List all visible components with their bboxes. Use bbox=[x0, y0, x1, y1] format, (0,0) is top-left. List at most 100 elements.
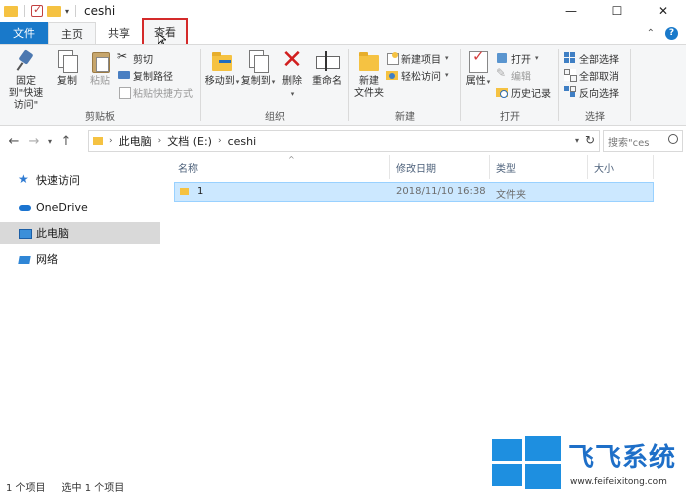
tab-file[interactable]: 文件 bbox=[0, 22, 48, 44]
back-arrow-icon[interactable]: ← bbox=[4, 134, 24, 149]
customize-toolbar-chevron-icon[interactable]: ▾ bbox=[65, 7, 69, 16]
address-dropdown-icon[interactable]: ▾ bbox=[575, 136, 579, 145]
column-header-name-label: 名称 bbox=[178, 163, 198, 175]
sidebar-item-this-pc[interactable]: 此电脑 bbox=[0, 222, 160, 244]
new-item-button[interactable]: 新建项目 ▾ bbox=[386, 50, 449, 66]
search-icon bbox=[668, 134, 678, 144]
search-box[interactable]: 搜索"ces bbox=[603, 130, 683, 152]
easy-access-icon bbox=[386, 69, 398, 81]
tab-view[interactable]: 查看 bbox=[142, 18, 188, 46]
selected-count: 选中 1 个项目 bbox=[61, 482, 125, 494]
new-item-icon bbox=[386, 52, 399, 65]
collapse-ribbon-icon[interactable]: ⌃ bbox=[647, 28, 655, 39]
cut-label: 剪切 bbox=[133, 54, 153, 66]
open-label: 打开 bbox=[511, 54, 531, 66]
help-icon[interactable]: ? bbox=[665, 26, 678, 40]
star-icon bbox=[18, 172, 30, 186]
select-none-icon bbox=[564, 69, 577, 82]
breadcrumb-this-pc[interactable]: 此电脑 bbox=[119, 133, 152, 149]
column-header-modified[interactable]: 修改日期 bbox=[390, 155, 490, 179]
breadcrumb-chevron-icon[interactable]: › bbox=[109, 136, 113, 146]
clipboard-group-label: 剪贴板 bbox=[85, 112, 115, 123]
rename-icon bbox=[315, 49, 340, 73]
pin-to-quick-access-button[interactable]: 固定到"快速访问" bbox=[4, 49, 48, 112]
watermark-brand: 飞飞系统 bbox=[568, 443, 677, 473]
address-bar[interactable]: › 此电脑 › 文档 (E:) › ceshi ▾ ↻ bbox=[88, 130, 600, 152]
paste-button[interactable]: 粘贴 bbox=[86, 49, 114, 88]
properties-label: 属性▾ bbox=[465, 76, 491, 87]
invert-selection-button[interactable]: 反向选择 bbox=[564, 84, 619, 100]
new-group: 新建 文件夹 新建项目 ▾ 轻松访问 ▾ 新建 bbox=[350, 45, 460, 126]
column-header-type[interactable]: 类型 bbox=[490, 155, 588, 179]
new-folder-icon[interactable] bbox=[47, 5, 61, 17]
properties-icon[interactable] bbox=[31, 3, 43, 17]
pin-icon bbox=[14, 49, 38, 73]
rename-button[interactable]: 重命名 bbox=[310, 49, 344, 88]
pc-icon bbox=[19, 228, 32, 239]
invert-selection-icon bbox=[564, 86, 576, 98]
sort-ascending-icon: ^ bbox=[288, 155, 295, 164]
move-to-button[interactable]: 移动到▾ bbox=[204, 49, 240, 88]
open-button[interactable]: 打开 ▾ bbox=[496, 50, 539, 66]
cut-button[interactable]: 剪切 bbox=[117, 49, 153, 66]
properties-button[interactable]: 属性▾ bbox=[464, 49, 492, 88]
minimize-button[interactable]: — bbox=[548, 0, 594, 22]
edit-button[interactable]: 编辑 bbox=[496, 66, 531, 83]
ribbon-tab-bar: 文件 主页 共享 查看 ⌃ ? bbox=[0, 18, 686, 46]
refresh-icon[interactable]: ↻ bbox=[585, 133, 595, 147]
select-all-button[interactable]: 全部选择 bbox=[564, 50, 619, 66]
history-button[interactable]: 历史记录 bbox=[496, 84, 551, 100]
copy-label: 复制 bbox=[57, 76, 77, 87]
select-none-label: 全部取消 bbox=[579, 71, 619, 83]
quick-access-toolbar: ▾ bbox=[0, 0, 78, 22]
history-label: 历史记录 bbox=[511, 88, 551, 100]
paste-shortcut-icon bbox=[118, 86, 131, 99]
sidebar-item-onedrive[interactable]: OneDrive bbox=[0, 196, 160, 218]
column-header-modified-label: 修改日期 bbox=[396, 163, 436, 175]
edit-label: 编辑 bbox=[511, 71, 531, 83]
new-folder-button[interactable]: 新建 文件夹 bbox=[352, 49, 386, 100]
new-item-caret-icon: ▾ bbox=[445, 54, 449, 62]
up-arrow-icon[interactable]: ↑ bbox=[56, 134, 76, 149]
easy-access-caret-icon: ▾ bbox=[445, 71, 449, 79]
easy-access-label: 轻松访问 bbox=[401, 71, 441, 83]
ribbon: 固定到"快速访问" 复制 粘贴 剪切 复制路径 粘贴快捷方式 剪贴板 移动到▾ bbox=[0, 44, 686, 126]
tabbar-right: ⌃ ? bbox=[647, 22, 686, 44]
copy-path-label: 复制路径 bbox=[133, 71, 173, 83]
watermark-url: www.feifeixitong.com bbox=[570, 477, 667, 487]
copy-path-button[interactable]: 复制路径 bbox=[118, 67, 173, 83]
breadcrumb-drive-e[interactable]: 文档 (E:) bbox=[167, 133, 212, 149]
select-group-label: 选择 bbox=[585, 112, 605, 123]
copy-to-button[interactable]: 复制到▾ bbox=[240, 49, 276, 88]
select-none-button[interactable]: 全部取消 bbox=[564, 67, 619, 83]
breadcrumb-chevron-icon[interactable]: › bbox=[158, 136, 162, 146]
easy-access-button[interactable]: 轻松访问 ▾ bbox=[386, 67, 449, 83]
paste-shortcut-button[interactable]: 粘贴快捷方式 bbox=[118, 84, 193, 100]
forward-arrow-icon[interactable]: → bbox=[24, 134, 44, 149]
copy-path-icon bbox=[118, 69, 130, 81]
paste-shortcut-label: 粘贴快捷方式 bbox=[133, 88, 193, 100]
breadcrumb-chevron-icon[interactable]: › bbox=[218, 136, 222, 146]
delete-button[interactable]: ✕ 删除▾ bbox=[280, 47, 304, 100]
cloud-icon bbox=[19, 202, 31, 213]
tab-home[interactable]: 主页 bbox=[48, 22, 96, 44]
select-group: 全部选择 全部取消 反向选择 选择 bbox=[560, 45, 630, 126]
column-header-name[interactable]: 名称 ^ bbox=[172, 155, 390, 179]
recent-locations-chevron-icon[interactable]: ▾ bbox=[44, 137, 56, 146]
breadcrumb-ceshi[interactable]: ceshi bbox=[228, 135, 257, 148]
select-all-icon bbox=[564, 52, 576, 64]
search-placeholder: 搜索"ces bbox=[608, 137, 650, 149]
close-button[interactable]: ✕ bbox=[640, 0, 686, 22]
sidebar-item-network[interactable]: 网络 bbox=[0, 248, 160, 270]
open-caret-icon: ▾ bbox=[535, 54, 539, 62]
sidebar-item-quick-access[interactable]: 快速访问 bbox=[0, 169, 160, 191]
copy-button[interactable]: 复制 bbox=[52, 49, 82, 88]
column-header-size[interactable]: 大小 bbox=[588, 155, 654, 179]
table-row[interactable]: 1 2018/11/10 16:38 文件夹 bbox=[174, 182, 654, 202]
tab-share[interactable]: 共享 bbox=[96, 22, 142, 44]
scissors-icon bbox=[117, 49, 130, 64]
item-count: 1 个项目 bbox=[6, 482, 46, 494]
file-modified: 2018/11/10 16:38 bbox=[396, 186, 486, 197]
maximize-button[interactable]: ☐ bbox=[594, 0, 640, 22]
sidebar-item-label: 此电脑 bbox=[36, 227, 69, 240]
